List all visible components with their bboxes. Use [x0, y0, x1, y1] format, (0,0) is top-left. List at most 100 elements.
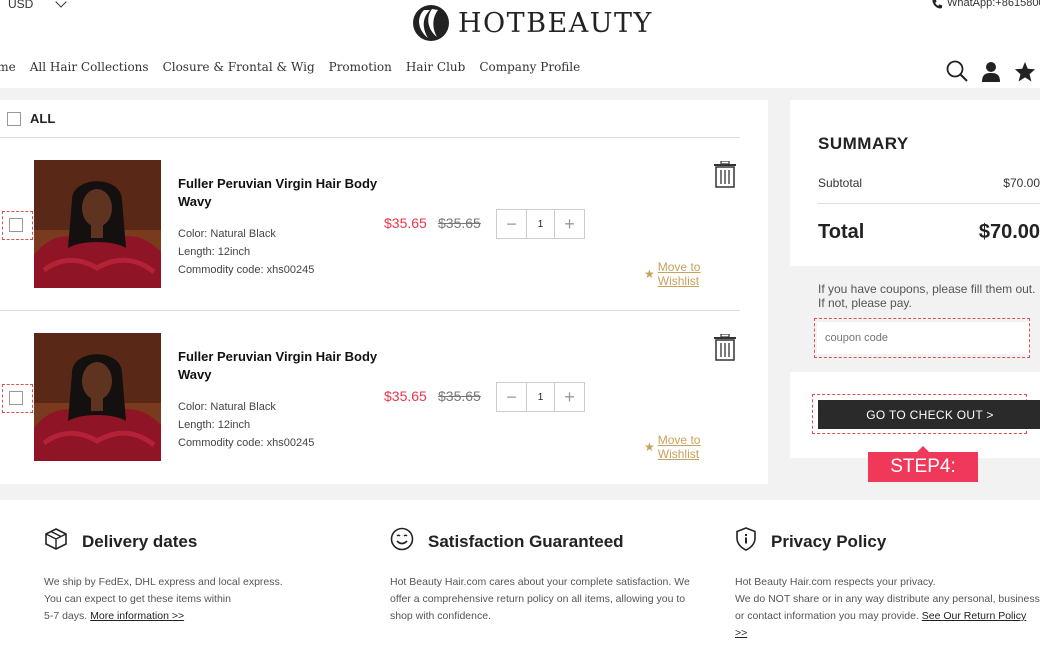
- shield-icon: [735, 527, 757, 556]
- item-checkbox[interactable]: [9, 218, 23, 232]
- quantity-stepper: − 1 +: [496, 382, 585, 412]
- satisfaction-title: Satisfaction Guaranteed: [428, 531, 624, 551]
- satisfaction-line: shop with confidence.: [390, 610, 491, 622]
- currency-selector[interactable]: USD: [8, 0, 68, 11]
- product-attributes: Color: Natural Black Length: 12inch Comm…: [178, 398, 314, 452]
- satisfaction-heading: Satisfaction Guaranteed: [390, 527, 710, 556]
- nav-item-promotion[interactable]: Promotion: [329, 60, 392, 74]
- nav-item-hair-club[interactable]: Hair Club: [406, 60, 465, 74]
- delivery-line: You can expect to get these items within: [44, 593, 231, 605]
- delivery-text: We ship by FedEx, DHL express and local …: [44, 574, 364, 625]
- step-badge: STEP4:: [868, 446, 978, 482]
- currency-label: USD: [8, 0, 34, 11]
- privacy-line: We do NOT share or in any way distribute…: [735, 593, 1040, 605]
- user-icon[interactable]: [981, 61, 1001, 87]
- move-to-wishlist-link[interactable]: ★ Move to Wishlist: [644, 433, 740, 461]
- privacy-line: or contact information you may provide. …: [735, 608, 1040, 642]
- star-icon: ★: [644, 440, 655, 454]
- product-color: Color: Natural Black: [178, 228, 276, 240]
- site-header: USD HOTBEAUTY WhatApp:+86158000 ome All …: [0, 0, 1040, 88]
- product-attributes: Color: Natural Black Length: 12inch Comm…: [178, 225, 314, 279]
- satisfaction-line: offer a comprehensive return policy on a…: [390, 593, 686, 605]
- logo-text: HOTBEAUTY: [458, 7, 653, 39]
- header-icons: [946, 60, 1036, 87]
- quantity-value[interactable]: 1: [526, 210, 555, 238]
- delivery-heading: Delivery dates: [44, 527, 364, 556]
- coupon-highlight: [814, 318, 1030, 358]
- product-original-price: $35.65: [438, 215, 481, 231]
- site-logo[interactable]: HOTBEAUTY: [410, 4, 653, 42]
- trash-icon[interactable]: [713, 333, 737, 366]
- product-length: Length: 12inch: [178, 419, 251, 431]
- select-all-label: ALL: [30, 111, 56, 126]
- whatsapp-contact[interactable]: WhatApp:+86158000: [932, 0, 1040, 9]
- summary-divider: [818, 203, 1040, 204]
- summary-title: SUMMARY: [818, 134, 909, 153]
- privacy-info: Privacy Policy Hot Beauty Hair.com respe…: [735, 527, 1040, 642]
- product-name[interactable]: Fuller Peruvian Virgin Hair Body Wavy: [178, 175, 378, 211]
- privacy-contact-text: or contact information you may provide.: [735, 610, 919, 622]
- move-to-wishlist-link[interactable]: ★ Move to Wishlist: [644, 260, 740, 288]
- delivery-days: 5-7 days.: [44, 610, 88, 622]
- smile-icon: [390, 527, 414, 556]
- box-icon: [44, 527, 68, 556]
- checkout-button[interactable]: GO TO CHECK OUT >: [818, 400, 1040, 429]
- satisfaction-line: Hot Beauty Hair.com cares about your com…: [390, 576, 690, 588]
- quantity-decrease-button[interactable]: −: [497, 383, 526, 411]
- search-icon[interactable]: [946, 60, 968, 87]
- nav-item-company-profile[interactable]: Company Profile: [479, 60, 580, 74]
- nav-item-home[interactable]: ome: [0, 60, 16, 74]
- product-name[interactable]: Fuller Peruvian Virgin Hair Body Wavy: [178, 348, 378, 384]
- product-price: $35.65: [384, 215, 427, 231]
- item-checkbox[interactable]: [9, 391, 23, 405]
- product-image[interactable]: [34, 333, 161, 461]
- wishlist-label: Move to Wishlist: [657, 433, 701, 461]
- whatsapp-label: WhatApp:+86158000: [947, 0, 1040, 9]
- product-code: Commodity code: xhs00245: [178, 437, 315, 449]
- delivery-line: 5-7 days. More information >>: [44, 608, 364, 625]
- logo-mark-icon: [413, 5, 449, 41]
- product-image[interactable]: [34, 160, 161, 288]
- cart-item: Fuller Peruvian Virgin Hair Body Wavy Co…: [0, 311, 740, 484]
- quantity-increase-button[interactable]: +: [555, 210, 584, 238]
- nav-item-all-hair-collections[interactable]: All Hair Collections: [30, 60, 149, 74]
- satisfaction-text: Hot Beauty Hair.com cares about your com…: [390, 574, 710, 625]
- nav-item-closure-frontal-wig[interactable]: Closure & Frontal & Wig: [163, 60, 315, 74]
- total-value: $70.00: [978, 221, 1040, 243]
- cart-item: Fuller Peruvian Virgin Hair Body Wavy Co…: [0, 138, 740, 311]
- more-information-link[interactable]: More information >>: [90, 610, 184, 622]
- quantity-increase-button[interactable]: +: [555, 383, 584, 411]
- star-icon: ★: [644, 267, 655, 281]
- privacy-text: Hot Beauty Hair.com respects your privac…: [735, 574, 1040, 642]
- total-label: Total: [818, 221, 865, 243]
- delivery-line: We ship by FedEx, DHL express and local …: [44, 576, 283, 588]
- select-all-row: ALL: [0, 100, 740, 138]
- delivery-info: Delivery dates We ship by FedEx, DHL exp…: [44, 527, 364, 625]
- coupon-hint: If you have coupons, please fill them ou…: [818, 282, 1036, 310]
- quantity-value[interactable]: 1: [526, 383, 555, 411]
- product-color: Color: Natural Black: [178, 401, 276, 413]
- satisfaction-info: Satisfaction Guaranteed Hot Beauty Hair.…: [390, 527, 710, 625]
- privacy-title: Privacy Policy: [771, 531, 887, 551]
- checkout-highlight: GO TO CHECK OUT >: [812, 394, 1040, 434]
- phone-icon: [932, 0, 943, 9]
- product-length: Length: 12inch: [178, 246, 251, 258]
- wishlist-label: Move to Wishlist: [657, 260, 701, 288]
- product-price: $35.65: [384, 388, 427, 404]
- item-select-highlight: [2, 211, 33, 240]
- quantity-decrease-button[interactable]: −: [497, 210, 526, 238]
- subtotal-value: $70.00: [1003, 176, 1040, 190]
- star-icon[interactable]: [1014, 61, 1036, 87]
- privacy-heading: Privacy Policy: [735, 527, 1040, 556]
- chevron-down-icon: [55, 0, 68, 8]
- coupon-section: If you have coupons, please fill them ou…: [790, 266, 1040, 372]
- coupon-input[interactable]: [817, 322, 1029, 354]
- order-summary: SUMMARY Subtotal $70.00 Total $70.00 If …: [790, 100, 1040, 458]
- trash-icon[interactable]: [713, 160, 737, 193]
- delivery-title: Delivery dates: [82, 531, 198, 551]
- quantity-stepper: − 1 +: [496, 209, 585, 239]
- product-code: Commodity code: xhs00245: [178, 264, 315, 276]
- service-info: Delivery dates We ship by FedEx, DHL exp…: [0, 500, 1040, 649]
- privacy-line: Hot Beauty Hair.com respects your privac…: [735, 576, 936, 588]
- select-all-checkbox[interactable]: [7, 112, 21, 126]
